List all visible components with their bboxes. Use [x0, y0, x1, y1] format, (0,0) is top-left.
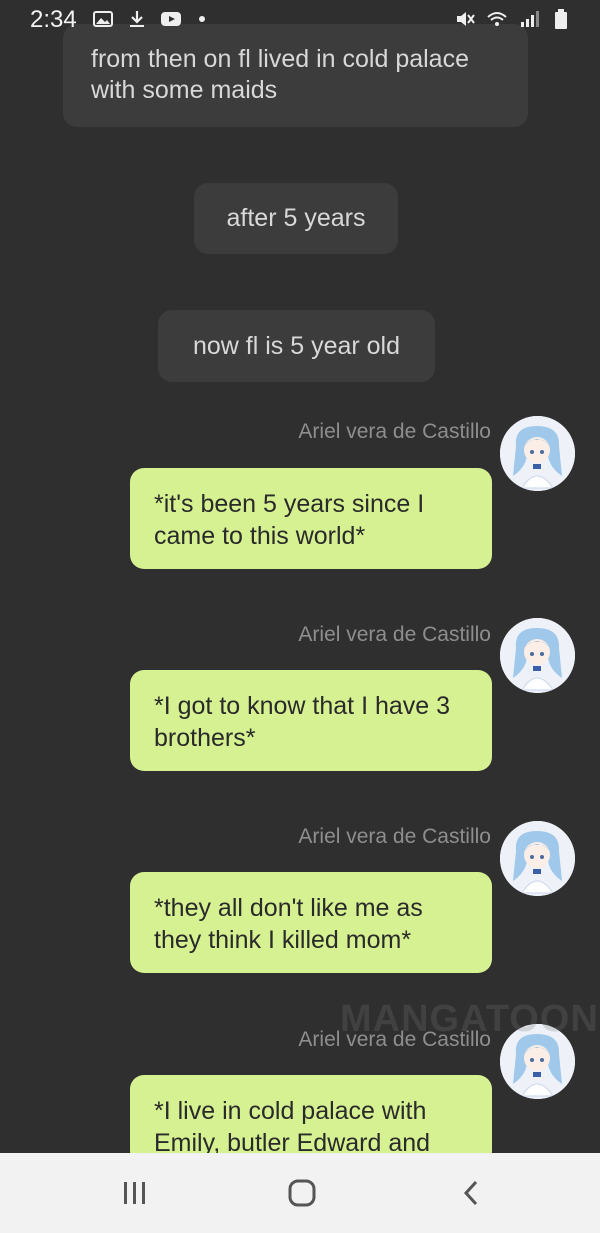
back-button[interactable]	[455, 1178, 489, 1208]
navigation-bar	[0, 1153, 600, 1233]
back-icon	[463, 1180, 478, 1206]
speaker-name: Ariel vera de Castillo	[298, 623, 491, 646]
narration-bubble: now fl is 5 year old	[158, 310, 435, 382]
message-bubble: *they all don't like me as they think I …	[130, 872, 492, 973]
avatar[interactable]	[500, 416, 575, 491]
speaker-name: Ariel vera de Castillo	[298, 825, 491, 848]
system-icons	[454, 8, 572, 30]
recents-icon	[124, 1182, 145, 1204]
home-button[interactable]	[285, 1178, 319, 1208]
avatar[interactable]	[500, 618, 575, 693]
character-avatar-icon	[500, 416, 575, 491]
notification-icons	[92, 8, 216, 30]
image-icon	[92, 8, 114, 30]
watermark: MANGATOON	[340, 998, 599, 1040]
home-icon	[288, 1179, 316, 1207]
signal-icon	[518, 8, 540, 30]
character-avatar-icon	[500, 618, 575, 693]
status-bar: 2:34	[0, 0, 600, 40]
battery-icon	[550, 8, 572, 30]
dot-icon	[194, 8, 216, 30]
mute-icon	[454, 8, 476, 30]
download-icon	[126, 8, 148, 30]
message-bubble: *I live in cold palace with Emily, butle…	[130, 1075, 492, 1165]
character-avatar-icon	[500, 821, 575, 896]
youtube-icon	[160, 8, 182, 30]
message-bubble: *I got to know that I have 3 brothers*	[130, 670, 492, 771]
message-bubble: *it's been 5 years since I came to this …	[130, 468, 492, 569]
wifi-icon	[486, 8, 508, 30]
recents-button[interactable]	[118, 1178, 152, 1208]
speaker-name: Ariel vera de Castillo	[298, 420, 491, 443]
narration-bubble: after 5 years	[194, 183, 398, 254]
status-time: 2:34	[30, 6, 77, 33]
avatar[interactable]	[500, 821, 575, 896]
